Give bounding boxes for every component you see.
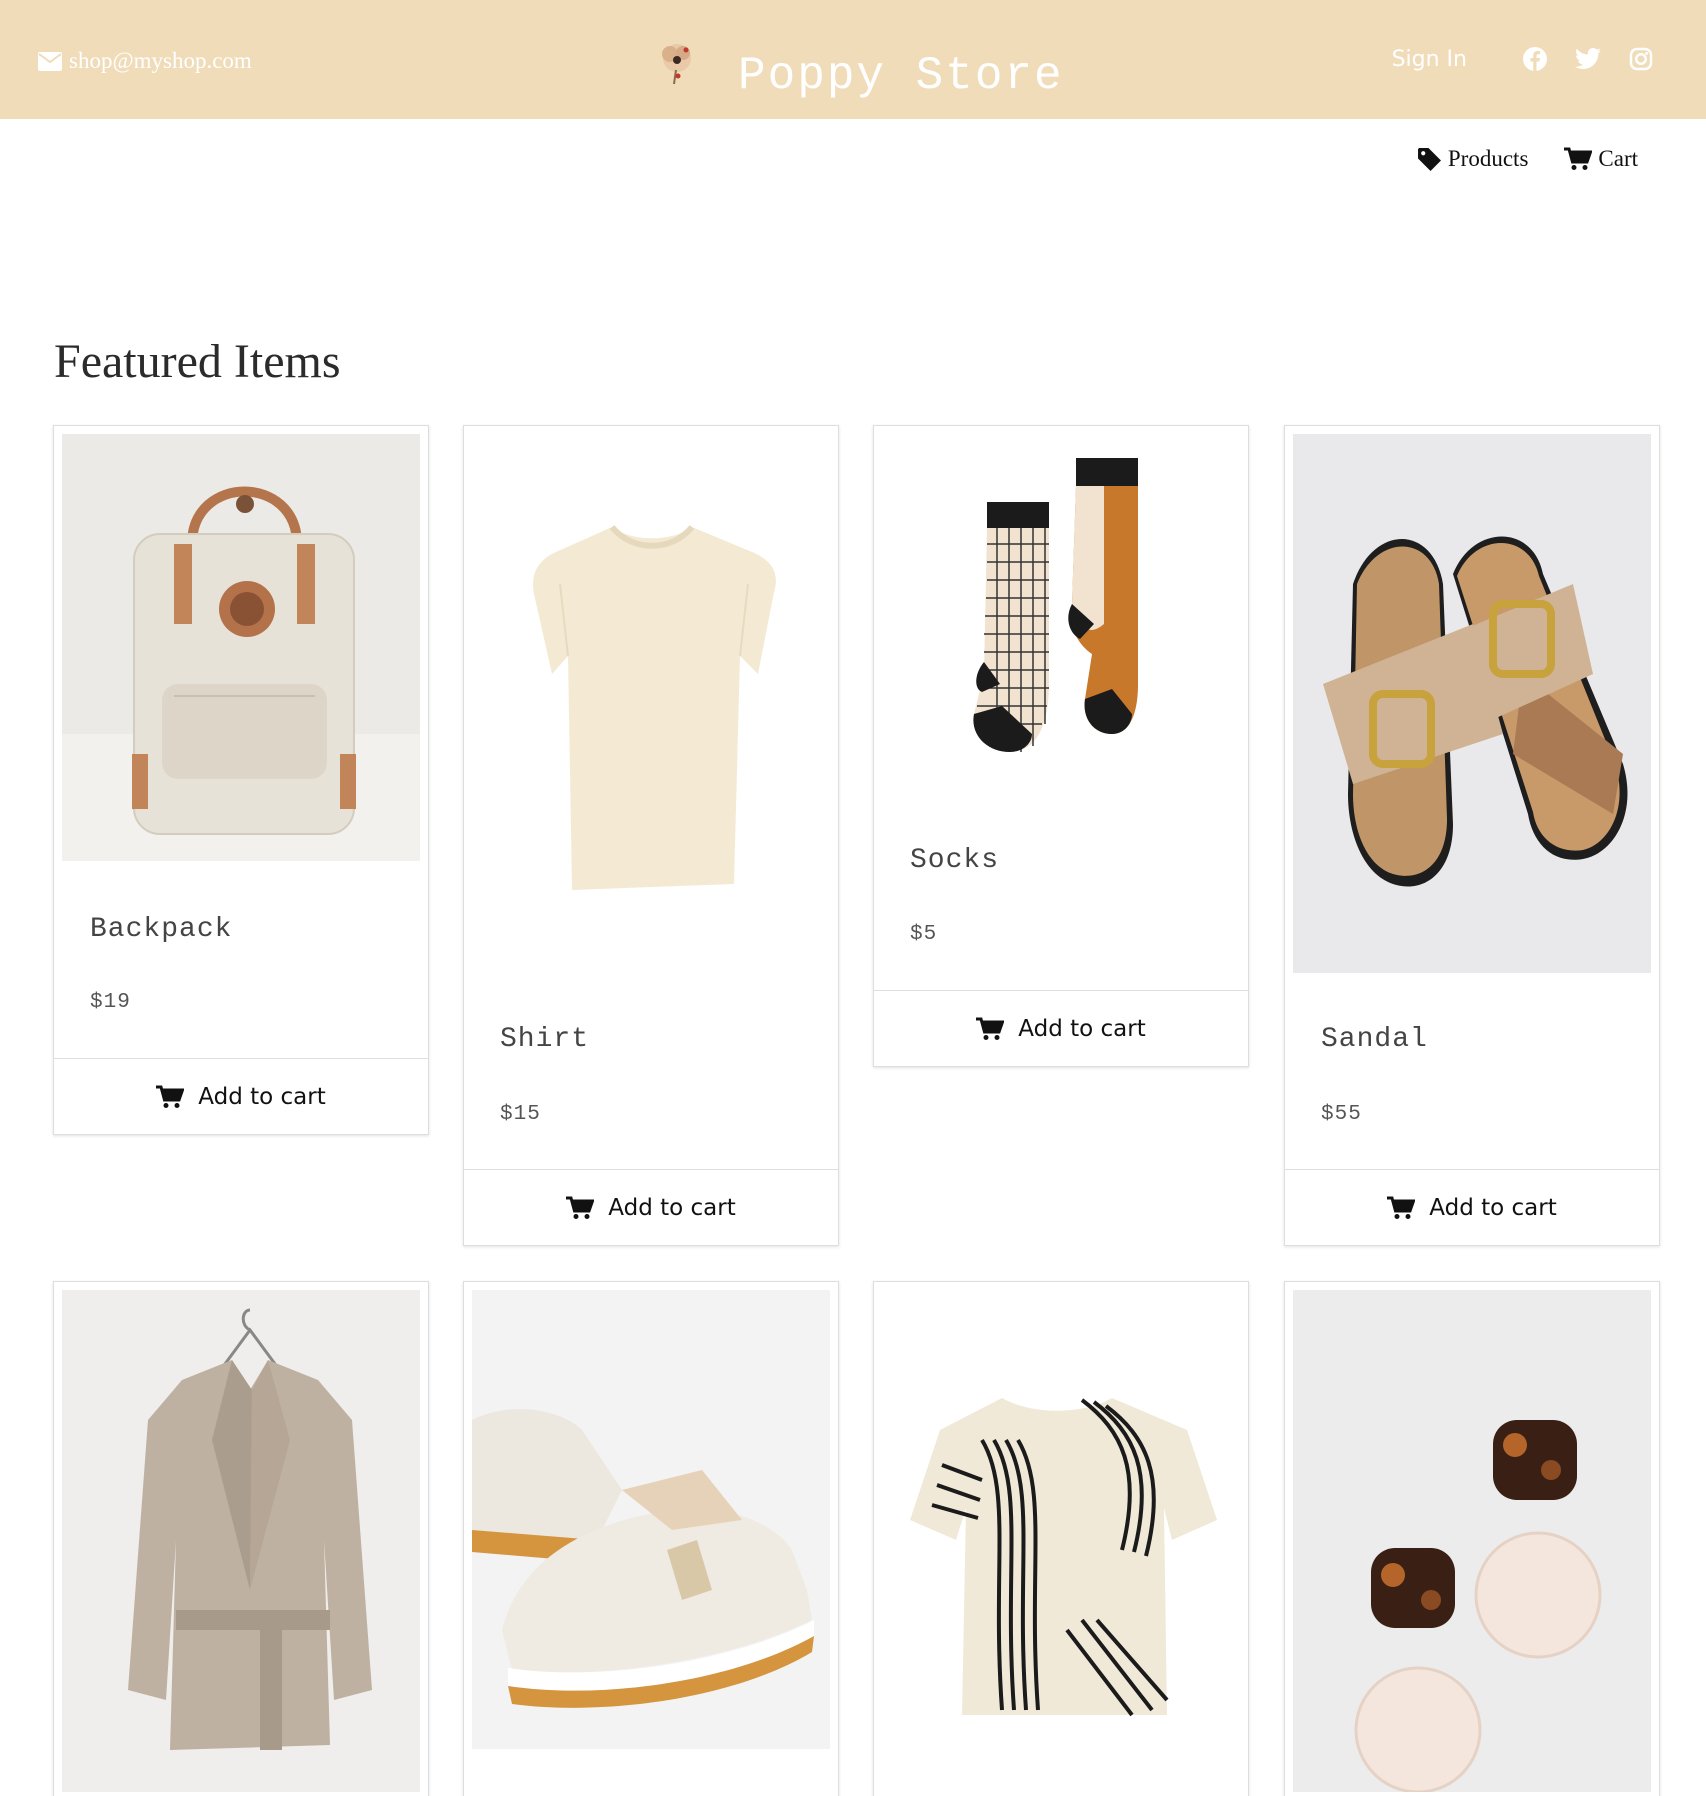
product-price: $19 bbox=[90, 991, 131, 1014]
product-image-socks[interactable] bbox=[882, 434, 1240, 804]
product-name[interactable]: Backpack bbox=[90, 914, 232, 945]
add-to-cart-label: Add to cart bbox=[1429, 1194, 1557, 1221]
product-card-blazer bbox=[53, 1281, 429, 1796]
product-price: $55 bbox=[1321, 1103, 1362, 1126]
product-price: $15 bbox=[500, 1103, 541, 1126]
add-to-cart-button[interactable]: Add to cart bbox=[874, 990, 1248, 1066]
cart-icon bbox=[156, 1085, 185, 1108]
top-bar: shop@myshop.com Poppy Store Sign In bbox=[0, 0, 1706, 119]
cart-icon bbox=[566, 1196, 595, 1219]
poppy-logo-icon bbox=[662, 44, 691, 85]
add-to-cart-label: Add to cart bbox=[608, 1194, 736, 1221]
facebook-icon[interactable] bbox=[1522, 46, 1548, 72]
product-image-patterned-tee[interactable] bbox=[882, 1290, 1240, 1792]
add-to-cart-label: Add to cart bbox=[198, 1083, 326, 1110]
product-card-earrings bbox=[1284, 1281, 1660, 1796]
product-name[interactable]: Sandal bbox=[1321, 1024, 1428, 1055]
nav-products[interactable]: Products bbox=[1417, 146, 1529, 172]
product-image-earrings[interactable] bbox=[1293, 1290, 1651, 1792]
product-card-shirt: Shirt $15 Add to cart bbox=[463, 425, 839, 1246]
brand-name: Poppy Store bbox=[738, 50, 1064, 102]
product-image-backpack[interactable] bbox=[62, 434, 420, 861]
cart-icon bbox=[976, 1017, 1005, 1040]
product-name[interactable]: Shirt bbox=[500, 1024, 589, 1055]
nav-products-label: Products bbox=[1447, 146, 1529, 171]
nav-cart-label: Cart bbox=[1598, 146, 1638, 171]
contact-email[interactable]: shop@myshop.com bbox=[38, 48, 252, 74]
nav-cart[interactable]: Cart bbox=[1564, 146, 1638, 172]
cart-icon bbox=[1387, 1196, 1416, 1219]
section-title: Featured Items bbox=[54, 335, 341, 388]
product-price: $5 bbox=[910, 923, 938, 946]
main-nav: Products Cart bbox=[1381, 146, 1638, 172]
product-image-blazer[interactable] bbox=[62, 1290, 420, 1792]
add-to-cart-button[interactable]: Add to cart bbox=[1285, 1169, 1659, 1245]
header-actions: Sign In bbox=[1392, 46, 1654, 72]
product-image-shirt[interactable] bbox=[472, 434, 830, 904]
product-image-sandal[interactable] bbox=[1293, 434, 1651, 973]
brand[interactable]: Poppy Store bbox=[652, 38, 1064, 102]
product-name[interactable]: Socks bbox=[910, 845, 999, 876]
twitter-icon[interactable] bbox=[1575, 46, 1601, 72]
sign-in-link[interactable]: Sign In bbox=[1392, 47, 1467, 72]
product-image-sneakers[interactable] bbox=[472, 1290, 830, 1749]
cart-icon bbox=[1564, 147, 1593, 170]
envelope-icon bbox=[38, 51, 62, 71]
product-card-socks: Socks $5 Add to cart bbox=[873, 425, 1249, 1067]
product-card-sneakers bbox=[463, 1281, 839, 1796]
add-to-cart-label: Add to cart bbox=[1018, 1015, 1146, 1042]
tag-icon bbox=[1417, 147, 1441, 171]
email-text: shop@myshop.com bbox=[69, 48, 252, 73]
product-card-patterned-tee bbox=[873, 1281, 1249, 1796]
add-to-cart-button[interactable]: Add to cart bbox=[54, 1058, 428, 1134]
product-card-backpack: Backpack $19 Add to cart bbox=[53, 425, 429, 1135]
add-to-cart-button[interactable]: Add to cart bbox=[464, 1169, 838, 1245]
instagram-icon[interactable] bbox=[1628, 46, 1654, 72]
product-card-sandal: Sandal $55 Add to cart bbox=[1284, 425, 1660, 1246]
